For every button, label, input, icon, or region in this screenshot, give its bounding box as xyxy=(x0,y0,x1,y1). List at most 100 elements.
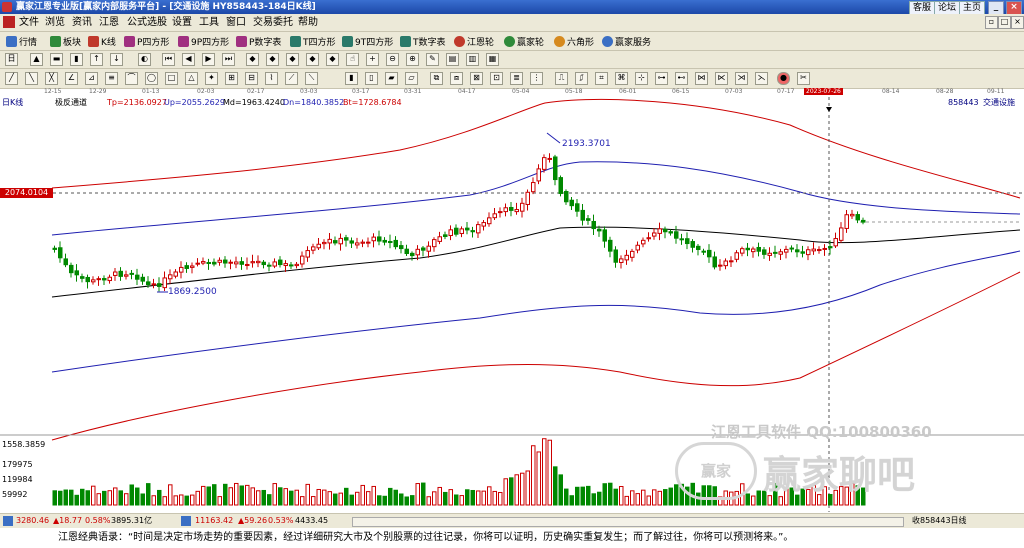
candle-body xyxy=(547,157,552,160)
volume-bar xyxy=(107,490,112,506)
candle-body xyxy=(652,232,657,237)
candle-body xyxy=(784,248,789,253)
volume-bar xyxy=(630,490,635,506)
volume-bar xyxy=(118,490,123,506)
volume-bar xyxy=(267,494,272,506)
candle-body xyxy=(327,238,332,244)
index1-value: 3280.46 xyxy=(16,516,50,525)
index2-value: 11163.42 xyxy=(195,516,234,525)
volume-bar xyxy=(239,485,244,506)
volume-bar xyxy=(641,489,646,506)
volume-bar xyxy=(580,486,585,506)
candle-body xyxy=(74,270,79,276)
candle-body xyxy=(707,249,712,258)
candle-body xyxy=(850,213,855,217)
volume-bar xyxy=(74,494,79,506)
volume-bar xyxy=(514,474,519,506)
candle-body xyxy=(564,191,569,203)
candle-body xyxy=(228,261,233,264)
candle-body xyxy=(124,274,129,277)
candle-body xyxy=(718,264,723,267)
candle-body xyxy=(437,236,442,242)
volume-bar xyxy=(201,485,206,506)
volume-bar xyxy=(448,489,453,506)
volume-bar xyxy=(371,485,376,506)
candle-body xyxy=(520,202,525,212)
candle-body xyxy=(751,248,756,253)
candle-body xyxy=(96,278,101,281)
volume-bar xyxy=(547,439,552,506)
candle-body xyxy=(712,256,717,268)
candle-body xyxy=(861,219,866,223)
volume-bar xyxy=(575,486,580,506)
volume-bar xyxy=(542,438,547,506)
volume-bar xyxy=(135,487,140,506)
volume-bar xyxy=(674,484,679,506)
candle-body xyxy=(696,245,701,251)
candle-body xyxy=(525,191,530,205)
horizontal-scrollbar[interactable] xyxy=(352,517,904,527)
volume-bar xyxy=(536,451,541,506)
volume-bar xyxy=(102,490,107,506)
index1-amount: 3895.31亿 xyxy=(111,516,153,525)
candle-body xyxy=(723,260,728,267)
candle-body xyxy=(393,239,398,248)
candle-body xyxy=(52,247,57,250)
candle-body xyxy=(283,263,288,267)
candle-body xyxy=(465,227,470,231)
candle-body xyxy=(690,241,695,248)
candle-body xyxy=(272,261,277,267)
volume-bar xyxy=(531,445,536,506)
volume-bar xyxy=(333,493,338,506)
volume-tick-label: 59992 xyxy=(2,490,28,499)
candle-body xyxy=(151,283,156,286)
candle-body xyxy=(503,207,508,213)
candle-body xyxy=(597,228,602,232)
high-annotation-line xyxy=(546,132,561,144)
candle-body xyxy=(355,242,360,246)
volume-bar xyxy=(311,496,316,506)
tp-band-line xyxy=(51,99,1021,199)
candle-body xyxy=(184,265,189,269)
candle-body xyxy=(311,246,316,251)
candle-body xyxy=(223,259,228,264)
low-annotation-label: 1869.2500 xyxy=(168,287,217,297)
candle-body xyxy=(278,259,283,266)
candle-body xyxy=(729,260,734,263)
volume-bar xyxy=(465,489,470,506)
volume-bar xyxy=(85,490,90,506)
volume-bar xyxy=(432,491,437,506)
volume-bar xyxy=(492,490,497,506)
candle-body xyxy=(294,263,299,267)
volume-bar xyxy=(355,491,360,506)
gann-quote-bar: 江恩经典语录：“时间是决定市场走势的重要因素，经过详细研究大市及个别股票的过往记… xyxy=(0,528,1024,548)
volume-bar xyxy=(91,485,96,506)
candle-body xyxy=(168,274,173,280)
index1-change: ▲18.77 xyxy=(53,516,83,525)
candle-body xyxy=(487,217,492,225)
volume-bar xyxy=(597,491,602,506)
volume-bar xyxy=(470,489,475,506)
candle-body xyxy=(382,239,387,243)
volume-bar xyxy=(146,483,151,506)
candle-body xyxy=(239,261,244,265)
volume-bar xyxy=(195,490,200,506)
volume-max-label: 1558.3859 xyxy=(2,440,46,449)
volume-bar xyxy=(360,484,365,506)
volume-bar xyxy=(250,487,255,506)
candle-body xyxy=(448,229,453,237)
volume-bar xyxy=(377,495,382,506)
candle-body xyxy=(553,156,558,181)
volume-bar xyxy=(619,485,624,506)
candle-body xyxy=(421,247,426,251)
volume-bar xyxy=(404,496,409,506)
candle-body xyxy=(377,236,382,242)
volume-bar xyxy=(751,495,756,506)
candle-body xyxy=(498,211,503,214)
volume-bar xyxy=(316,488,321,506)
candle-body xyxy=(322,241,327,245)
candle-body xyxy=(674,231,679,239)
candle-body xyxy=(129,272,134,275)
volume-bar xyxy=(503,478,508,506)
volume-bar xyxy=(745,493,750,506)
